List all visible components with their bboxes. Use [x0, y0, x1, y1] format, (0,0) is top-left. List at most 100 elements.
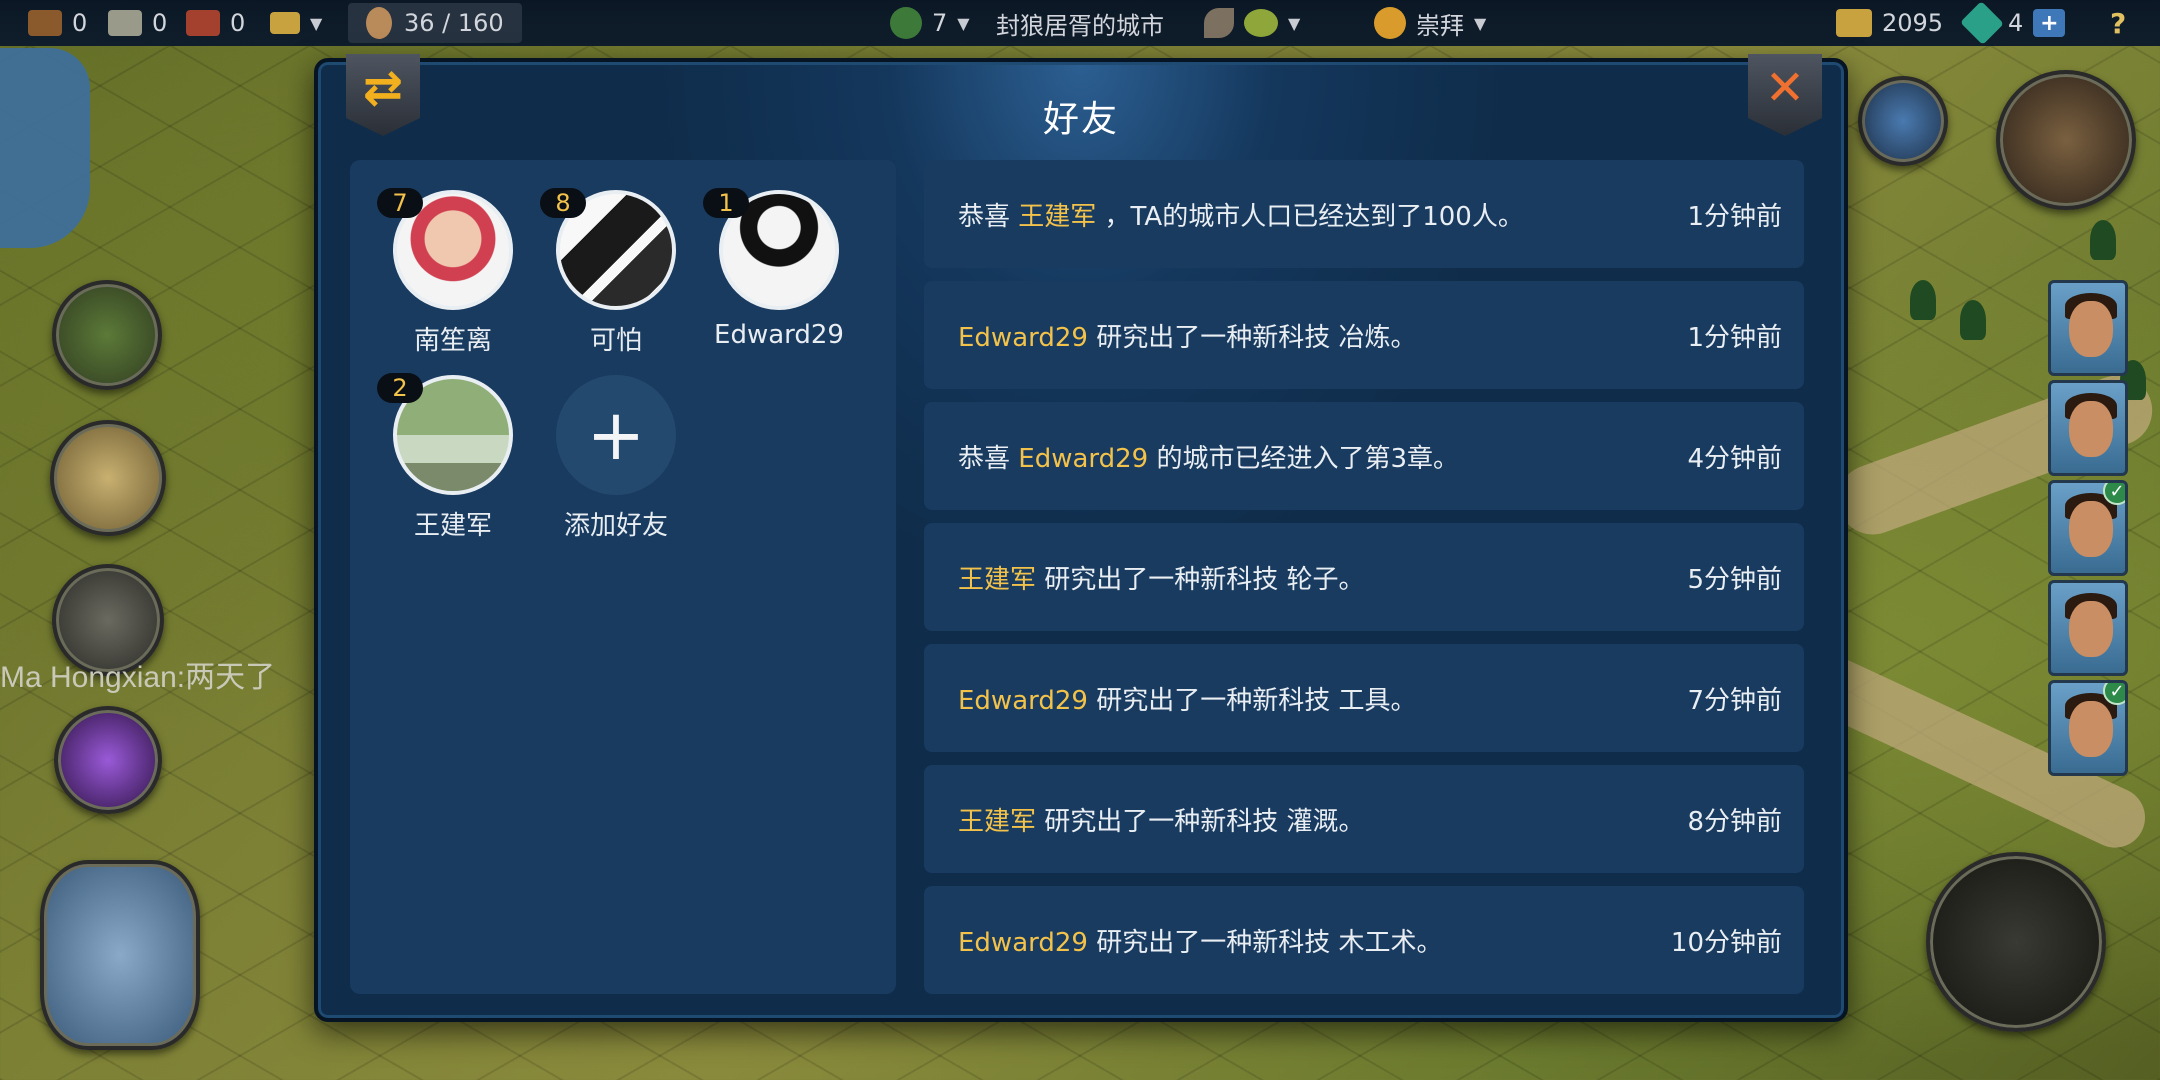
feed-text: 研究出了一种新科技 工具。 [1087, 685, 1417, 716]
player-name[interactable]: 王建军 [1018, 202, 1096, 232]
face [2069, 501, 2113, 557]
brick-resource[interactable]: 0 [186, 0, 245, 46]
feed-timestamp: 1分钟前 [1687, 322, 1782, 353]
player-name[interactable]: Edward29 [958, 323, 1088, 353]
level-badge: 7 [377, 188, 423, 218]
city-name[interactable]: 封狼居胥的城市 [996, 0, 1164, 46]
feed-timestamp: 4分钟前 [1687, 443, 1782, 474]
friend-item[interactable]: 2 王建军 [373, 373, 533, 542]
resource-bar: 0 0 0 ▼ 36 / 160 7 ▼ 封狼居胥的城市 ▼ 崇拜 ▼ 2095 [0, 0, 2160, 46]
citizen-icon [366, 7, 392, 39]
feed-text: 研究出了一种新科技 轮子。 [1036, 564, 1365, 595]
player-name[interactable]: Edward29 [1018, 444, 1148, 474]
population-counter[interactable]: 36 / 160 [348, 0, 522, 46]
feed-text: 的城市已经进入了第3章。 [1148, 443, 1460, 474]
feed-message: Edward29 研究出了一种新科技 冶炼。 [958, 317, 1416, 354]
city-level-dropdown[interactable]: 7 ▼ [890, 0, 970, 46]
add-friend-label: 添加好友 [563, 511, 668, 541]
feed-item[interactable]: 恭喜 Edward29 的城市已经进入了第3章。 4分钟前 [924, 402, 1804, 510]
buy-gems-button[interactable]: + [2033, 9, 2066, 37]
face [2069, 401, 2113, 457]
close-icon: ✕ [1764, 60, 1806, 116]
chat-message[interactable]: Ma Hongxian:两天了 [0, 652, 275, 696]
face [2069, 601, 2113, 657]
feed-message: 恭喜 王建军 ，TA的城市人口已经达到了100人。 [958, 196, 1524, 233]
gem-icon [1960, 1, 2004, 45]
map-tree [1910, 280, 1936, 320]
feed-item[interactable]: Edward29 研究出了一种新科技 工具。 7分钟前 [924, 644, 1804, 752]
kingdom-button[interactable] [1858, 76, 1948, 166]
hero-portrait[interactable]: ✓ [2048, 480, 2128, 576]
feed-item[interactable]: Edward29 研究出了一种新科技 木工术。 10分钟前 [924, 886, 1804, 994]
player-name[interactable]: 王建军 [958, 807, 1036, 837]
world-map-button[interactable] [50, 420, 166, 536]
blueprint-button[interactable] [40, 860, 200, 1050]
religion-dropdown[interactable]: 崇拜 ▼ [1374, 0, 1486, 46]
friend-name: Edward29 [714, 320, 844, 350]
gold-counter: 2095 [1836, 0, 1943, 46]
player-name[interactable]: Edward29 [958, 928, 1088, 958]
friend-name: 可怕 [589, 326, 642, 356]
friend-item[interactable]: 7 南笙离 [373, 188, 533, 357]
feed-timestamp: 10分钟前 [1670, 927, 1782, 958]
friend-item[interactable]: 8 可怕 [536, 188, 696, 357]
gold-bars-icon [270, 12, 300, 34]
feed-item[interactable]: 王建军 研究出了一种新科技 灌溉。 8分钟前 [924, 765, 1804, 873]
feed-text: 研究出了一种新科技 冶炼。 [1087, 322, 1417, 353]
map-tree [1960, 300, 1986, 340]
feed-timestamp: 7分钟前 [1687, 685, 1782, 716]
build-hammer-button[interactable] [1926, 852, 2106, 1032]
check-icon: ✓ [2103, 683, 2125, 705]
friend-name: 南笙离 [413, 326, 492, 356]
feed-message: 恭喜 Edward29 的城市已经进入了第3章。 [958, 438, 1459, 475]
feed-text: 恭喜 [958, 443, 1019, 474]
feed-timestamp: 5分钟前 [1687, 564, 1782, 595]
map-water [0, 48, 90, 248]
add-friend-button[interactable]: + 添加好友 [536, 375, 696, 542]
laurel-icon [890, 7, 922, 39]
friend-name: 王建军 [413, 511, 492, 541]
level-badge: 8 [540, 188, 586, 218]
advisor-button[interactable] [52, 280, 162, 390]
chevron-down-icon: ▼ [310, 13, 323, 33]
friends-dialog: ⇄ 好友 ✕ 7 南笙离 8 可怕 1 Edward29 2 王建军 + 添加好… [314, 54, 1848, 1022]
player-name[interactable]: Edward29 [958, 686, 1088, 716]
food-dropdown[interactable]: ▼ [1204, 0, 1300, 46]
feed-item[interactable]: Edward29 研究出了一种新科技 冶炼。 1分钟前 [924, 281, 1804, 389]
potion-button[interactable] [54, 706, 162, 814]
feed-timestamp: 8分钟前 [1687, 806, 1782, 837]
leader-portrait-button[interactable] [1996, 70, 2136, 210]
friends-list: 7 南笙离 8 可怕 1 Edward29 2 王建军 + 添加好友 [350, 160, 896, 994]
feed-text: ，TA的城市人口已经达到了100人。 [1096, 201, 1524, 232]
feed-message: 王建军 研究出了一种新科技 灌溉。 [958, 801, 1365, 838]
hero-portrait[interactable] [2048, 580, 2128, 676]
player-name[interactable]: 王建军 [958, 565, 1036, 595]
wood-icon [28, 10, 62, 36]
feed-text: 研究出了一种新科技 灌溉。 [1036, 806, 1365, 837]
level-badge: 1 [703, 188, 749, 218]
face [2069, 701, 2113, 757]
sun-icon [1374, 7, 1406, 39]
hero-portrait[interactable]: ✓ [2048, 680, 2128, 776]
hero-portrait[interactable] [2048, 280, 2128, 376]
check-icon: ✓ [2103, 483, 2125, 505]
feed-item[interactable]: 恭喜 王建军 ，TA的城市人口已经达到了100人。 1分钟前 [924, 160, 1804, 268]
feed-item[interactable]: 王建军 研究出了一种新科技 轮子。 5分钟前 [924, 523, 1804, 631]
hero-portrait[interactable] [2048, 380, 2128, 476]
feed-text: 恭喜 [958, 201, 1019, 232]
map-tree [2090, 220, 2116, 260]
chevron-down-icon: ▼ [957, 13, 970, 33]
gem-counter: 4 + [1960, 0, 2066, 46]
gold-icon [1836, 9, 1872, 37]
dialog-title: 好友 [1042, 99, 1119, 140]
friend-item[interactable]: 1 Edward29 [699, 188, 859, 350]
feed-timestamp: 1分钟前 [1687, 201, 1782, 232]
wood-resource[interactable]: 0 [28, 0, 87, 46]
feed-message: 王建军 研究出了一种新科技 轮子。 [958, 559, 1365, 596]
feed-message: Edward29 研究出了一种新科技 木工术。 [958, 922, 1442, 959]
help-button[interactable]: ? [2110, 0, 2126, 46]
bowl-icon [1244, 9, 1278, 37]
tools-resource[interactable]: 0 [108, 0, 167, 46]
help-icon: ? [2110, 6, 2127, 40]
more-resources-dropdown[interactable]: ▼ [270, 0, 322, 46]
